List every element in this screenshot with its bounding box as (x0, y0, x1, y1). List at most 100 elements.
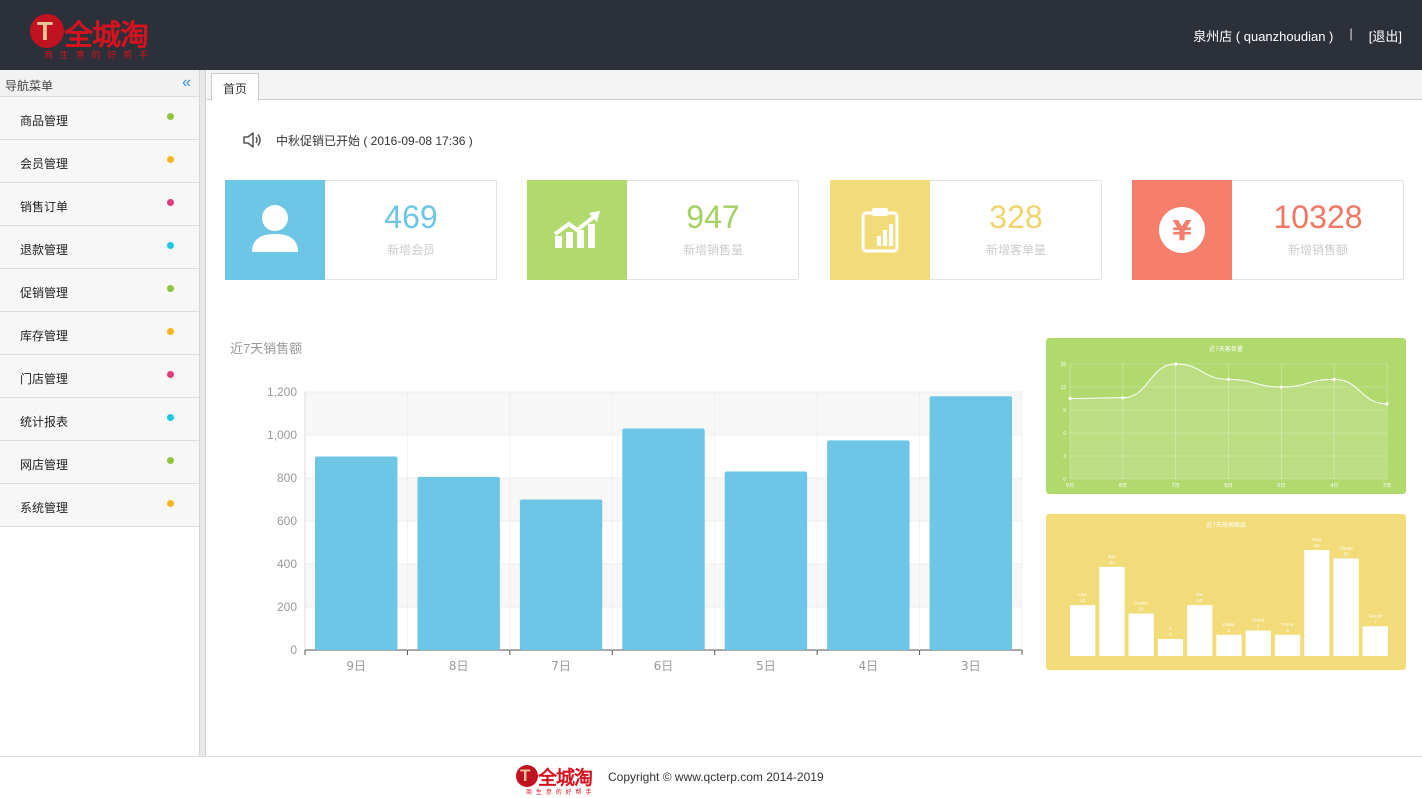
logout-link[interactable]: [退出] (1369, 26, 1402, 45)
y-tick-label: 1,000 (267, 428, 297, 442)
footer: 全城淘 商 生 意 的 好 帮 手 Copyright © www.qcterp… (0, 756, 1422, 798)
footer-logo-slogan: 商 生 意 的 好 帮 手 (526, 789, 593, 796)
y-tick-label: 800 (277, 471, 297, 485)
bar (1070, 605, 1096, 656)
data-point (1068, 396, 1072, 401)
status-dot-icon (167, 414, 174, 421)
store-name: 泉州店 ( quanzhoudian ) (1193, 29, 1334, 44)
stat-icon-bg: ¥ (1132, 180, 1232, 280)
sidebar-item-label: 促销管理 (20, 286, 69, 300)
sidebar-title: 导航菜单 (5, 79, 54, 93)
y-tick-label: 600 (277, 514, 297, 528)
x-tick-label: 9日 (1066, 483, 1074, 489)
bar (827, 440, 910, 650)
separator: | (1349, 26, 1353, 41)
grid-band (305, 392, 1022, 435)
sidebar-item[interactable]: 会员管理 (0, 140, 199, 183)
double-chevron-left-icon[interactable]: « (182, 74, 191, 92)
brand-logo[interactable]: 全城淘 商 生 意 的 好 帮 手 (28, 10, 168, 62)
notice-text: 中秋促销已开始 ( 2016-09-08 17:36 ) (276, 133, 473, 148)
stat-card-orders[interactable]: 328 新增客单量 (830, 180, 1102, 280)
bar-category-label: Pie (1196, 592, 1203, 597)
x-tick-label: 7日 (1172, 483, 1180, 489)
bar-category-label: Chord (1252, 618, 1265, 623)
sidebar-item-label: 门店管理 (20, 372, 69, 386)
x-tick-label: 8日 (1119, 483, 1127, 489)
mini-chart-title: 近7天客单量 (1209, 345, 1243, 353)
sidebar-item[interactable]: 库存管理 (0, 312, 199, 355)
bar (1362, 626, 1388, 656)
sales-bar-chart: 0 200 400 600 800 1,000 1,200 9日 8日 7日 6日 5日 4日 3日 (267, 385, 1023, 673)
status-dot-icon (167, 199, 174, 206)
sidebar-item[interactable]: 促销管理 (0, 269, 199, 312)
stat-value: 469 (384, 199, 438, 235)
stat-card-sales-volume[interactable]: 947 新增销售量 (527, 180, 799, 280)
sidebar-item[interactable]: 统计报表 (0, 398, 199, 441)
bar-category-label: Line (1078, 592, 1087, 597)
bar (315, 456, 398, 650)
status-dot-icon (167, 285, 174, 292)
stat-label: 新增客单量 (985, 243, 1046, 257)
bar-category-label: Force (1282, 622, 1294, 627)
bar-category-label: Funnel (1368, 613, 1382, 618)
yen-icon: ¥ (1159, 207, 1205, 253)
bar (929, 396, 1012, 650)
stat-card-revenue[interactable]: ¥ 10328 新增销售额 (1132, 180, 1404, 280)
tab-home[interactable]: 首页 (211, 73, 260, 101)
stat-label: 新增销售量 (682, 243, 743, 257)
sidebar-item[interactable]: 系统管理 (0, 484, 199, 527)
x-tick-label: 5日 (756, 659, 776, 673)
bar-value-label: 12 (1197, 598, 1203, 603)
bar-value-label: 12 (1080, 598, 1086, 603)
user-icon (252, 205, 298, 252)
bar-value-label: 6 (1257, 624, 1260, 629)
x-tick-label: 8日 (449, 659, 469, 673)
y-tick-label: 15 (1060, 362, 1066, 368)
y-tick-label: 200 (277, 600, 297, 614)
stat-card-members[interactable]: 469 新增会员 (225, 180, 497, 280)
stat-icon-bg (830, 180, 930, 280)
data-point (1332, 377, 1336, 381)
bar-category-label: Scatter (1134, 601, 1149, 606)
status-dot-icon (167, 457, 174, 464)
bar (724, 471, 808, 650)
hot-products-bar-chart: 近7天热销商品Line12Bar21Scatter10K4Pie12Radar5… (1070, 521, 1388, 656)
sidebar-item[interactable]: 商品管理 (0, 97, 199, 140)
stat-icon-bg (225, 180, 325, 280)
stat-label: 新增会员 (386, 243, 435, 257)
speaker-icon (243, 132, 261, 148)
mini-chart-title: 近7天热销商品 (1206, 521, 1246, 529)
x-tick-label: 4日 (859, 659, 879, 673)
status-dot-icon (167, 371, 174, 378)
y-tick-label: 0 (290, 643, 297, 657)
sidebar-item[interactable]: 网店管理 (0, 441, 199, 484)
bar (1157, 639, 1184, 656)
copyright-text: Copyright © www.qcterp.com 2014-2019 (608, 770, 824, 784)
stat-label: 新增销售额 (1287, 243, 1348, 257)
x-tick-label: 3日 (1383, 483, 1391, 489)
bar-value-label: 25 (1314, 543, 1320, 548)
footer-logo-text: 全城淘 (538, 767, 593, 789)
sidebar-splitter[interactable] (200, 70, 206, 756)
bar (1304, 550, 1330, 656)
bar-value-label: 10 (1139, 607, 1145, 612)
status-dot-icon (167, 156, 174, 163)
notice-bar: 中秋促销已开始 ( 2016-09-08 17:36 ) (242, 131, 473, 149)
y-tick-label: 1,200 (267, 385, 297, 399)
y-tick-label: 3 (1063, 454, 1066, 460)
status-dot-icon (167, 500, 174, 507)
bar (417, 476, 500, 650)
sidebar-item[interactable]: 退款管理 (0, 226, 199, 269)
stat-value: 328 (989, 199, 1043, 235)
sidebar-item[interactable]: 销售订单 (0, 183, 199, 226)
bar-value-label: 23 (1344, 551, 1350, 556)
trend-up-icon (553, 211, 600, 248)
tab-bar: 首页 (207, 70, 1422, 101)
x-tick-label: 6日 (654, 659, 674, 673)
bar (1274, 634, 1301, 656)
data-point (1385, 402, 1389, 406)
bar-category-label: Radar (1223, 622, 1236, 627)
sidebar-item[interactable]: 门店管理 (0, 355, 199, 398)
status-dot-icon (167, 242, 174, 249)
orders-line-chart: 近7天客单量036912159日 8日 7日 6日 5日 4日 3日 (1060, 345, 1391, 489)
